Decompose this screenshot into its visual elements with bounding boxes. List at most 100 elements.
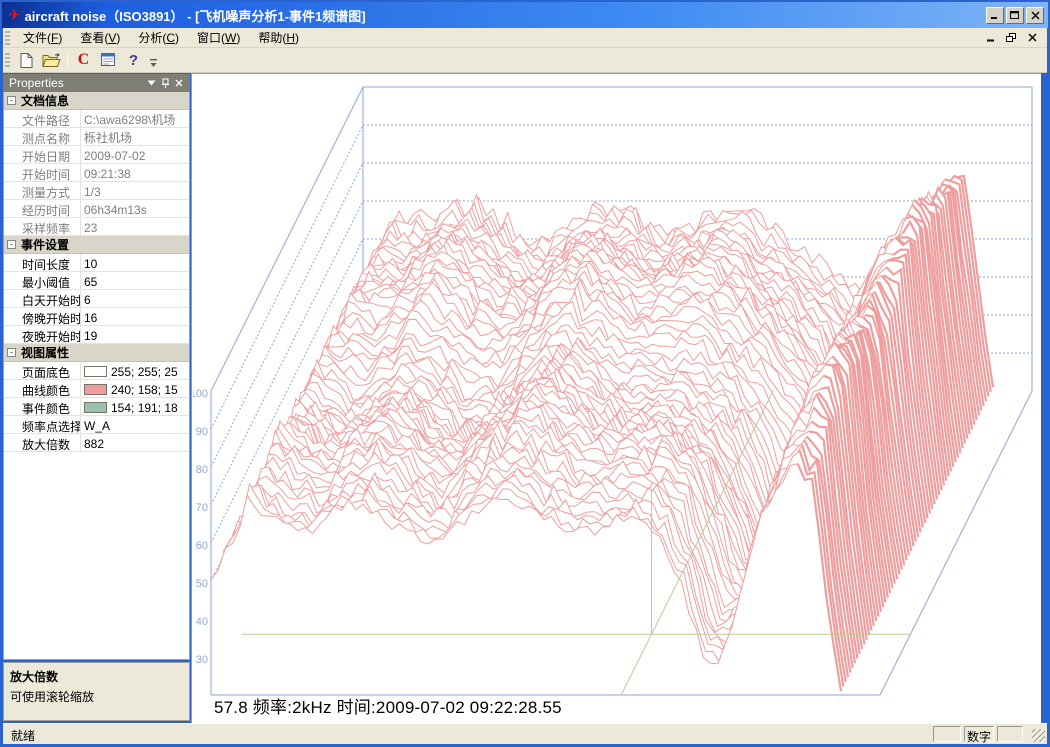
property-value[interactable]: 154; 191; 18 [81, 398, 189, 415]
property-value[interactable]: 240; 158; 15 [81, 380, 189, 397]
property-row[interactable]: 开始时间09:21:38 [4, 164, 189, 182]
property-value[interactable]: 65 [81, 272, 189, 289]
panel-close-button[interactable] [172, 76, 186, 90]
property-row[interactable]: 最小阈值65 [4, 272, 189, 290]
mdi-close-button[interactable] [1025, 31, 1039, 44]
chevron-down-icon [150, 59, 157, 68]
property-value[interactable]: 882 [81, 434, 189, 451]
property-value[interactable]: 16 [81, 308, 189, 325]
section-title: 文档信息 [21, 92, 69, 109]
section-header-1[interactable]: -事件设置 [4, 236, 189, 254]
property-label: 时间长度 [4, 254, 81, 271]
property-value-text: 16 [84, 311, 97, 325]
close-button[interactable] [1026, 7, 1044, 24]
property-value[interactable]: C:\awa6298\机场 [81, 110, 189, 127]
property-row[interactable]: 测点名称栎社机场 [4, 128, 189, 146]
property-value[interactable]: 1/3 [81, 182, 189, 199]
color-swatch[interactable] [84, 384, 107, 395]
property-row[interactable]: 频率点选择W_A [4, 416, 189, 434]
menu-item-3[interactable]: 窗口(W) [188, 28, 249, 48]
mdi-restore-button[interactable] [1004, 31, 1018, 44]
calibrate-c-button[interactable]: C [72, 49, 95, 71]
property-value-text: 6 [84, 293, 91, 307]
property-value[interactable]: 06h34m13s [81, 200, 189, 217]
mdi-window-buttons [983, 31, 1047, 44]
property-label: 测点名称 [4, 128, 81, 145]
property-label: 曲线颜色 [4, 380, 81, 397]
property-row[interactable]: 放大倍数882 [4, 434, 189, 452]
property-value[interactable]: W_A [81, 416, 189, 433]
property-row[interactable]: 开始日期2009-07-02 [4, 146, 189, 164]
property-value[interactable]: 2009-07-02 [81, 146, 189, 163]
status-message: 就绪 [11, 727, 35, 744]
panel-pin-button[interactable] [158, 76, 172, 90]
properties-sheet-button[interactable] [97, 49, 120, 71]
property-row[interactable]: 采样频率23 [4, 218, 189, 236]
property-row[interactable]: 傍晚开始时间16 [4, 308, 189, 326]
property-value-text: 06h34m13s [84, 203, 147, 217]
properties-panel-header[interactable]: Properties [3, 74, 190, 92]
property-row[interactable]: 时间长度10 [4, 254, 189, 272]
property-value[interactable]: 栎社机场 [81, 128, 189, 145]
status-pane-2 [997, 726, 1023, 742]
cursor-readout: 57.8 频率:2kHz 时间:2009-07-02 09:22:28.55 [214, 693, 562, 718]
property-value[interactable]: 23 [81, 218, 189, 235]
menu-item-4[interactable]: 帮助(H) [249, 28, 308, 48]
chevron-down-icon [147, 80, 156, 86]
property-value[interactable]: 09:21:38 [81, 164, 189, 181]
new-document-button[interactable] [15, 49, 38, 71]
status-pane-0 [933, 726, 961, 742]
open-file-button[interactable] [40, 49, 63, 71]
property-row[interactable]: 页面底色255; 255; 25 [4, 362, 189, 380]
mdi-minimize-icon [986, 33, 995, 42]
collapse-icon[interactable]: - [7, 96, 16, 105]
property-row[interactable]: 测量方式1/3 [4, 182, 189, 200]
collapse-icon[interactable]: - [7, 240, 16, 249]
property-value[interactable]: 6 [81, 290, 189, 307]
property-row[interactable]: 夜晚开始时间19 [4, 326, 189, 344]
spectrum-view: 10090807060504030 57.8 频率:2kHz 时间:2009-0… [191, 73, 1041, 723]
property-label: 采样频率 [4, 218, 81, 235]
resize-grip[interactable] [1032, 729, 1045, 742]
menubar-grip[interactable] [5, 31, 10, 45]
property-help-description: 可使用滚轮缩放 [10, 688, 183, 705]
property-row[interactable]: 曲线颜色240; 158; 15 [4, 380, 189, 398]
y-tick-label: 40 [196, 616, 208, 628]
menu-item-1[interactable]: 查看(V) [71, 28, 129, 48]
mdi-minimize-button[interactable] [983, 31, 997, 44]
maximize-icon [1010, 11, 1020, 20]
section-title: 视图属性 [21, 344, 69, 361]
panel-menu-button[interactable] [144, 76, 158, 90]
minimize-button[interactable] [986, 7, 1004, 24]
property-row[interactable]: 文件路径C:\awa6298\机场 [4, 110, 189, 128]
y-tick-label: 50 [196, 578, 208, 590]
toolbar-grip[interactable] [5, 53, 10, 67]
property-value[interactable]: 19 [81, 326, 189, 343]
menu-item-2[interactable]: 分析(C) [129, 28, 188, 48]
property-value-text: 154; 191; 18 [111, 401, 178, 415]
property-label: 傍晚开始时间 [4, 308, 81, 325]
airplane-icon: ✈ [8, 8, 21, 23]
property-row[interactable]: 事件颜色154; 191; 18 [4, 398, 189, 416]
waterfall-3d-chart[interactable]: 10090807060504030 [193, 76, 1042, 722]
property-label: 频率点选择 [4, 416, 81, 433]
toolbar-separator [67, 51, 68, 69]
title-bar[interactable]: ✈ aircraft noise（ISO3891） - [飞机噪声分析1-事件1… [2, 2, 1048, 28]
color-swatch[interactable] [84, 402, 107, 413]
property-label: 开始时间 [4, 164, 81, 181]
maximize-button[interactable] [1006, 7, 1024, 24]
collapse-icon[interactable]: - [7, 348, 16, 357]
status-bar: 就绪 数字 [3, 723, 1047, 744]
section-header-0[interactable]: -文档信息 [4, 92, 189, 110]
section-title: 事件设置 [21, 236, 69, 253]
toolbar-overflow-button[interactable] [148, 49, 159, 71]
property-row[interactable]: 白天开始时间6 [4, 290, 189, 308]
menu-item-0[interactable]: 文件(F) [14, 28, 71, 48]
property-value[interactable]: 255; 255; 25 [81, 362, 189, 379]
help-button[interactable]: ? [122, 49, 145, 71]
property-row[interactable]: 经历时间06h34m13s [4, 200, 189, 218]
property-label: 经历时间 [4, 200, 81, 217]
property-value[interactable]: 10 [81, 254, 189, 271]
section-header-2[interactable]: -视图属性 [4, 344, 189, 362]
color-swatch[interactable] [84, 366, 107, 377]
